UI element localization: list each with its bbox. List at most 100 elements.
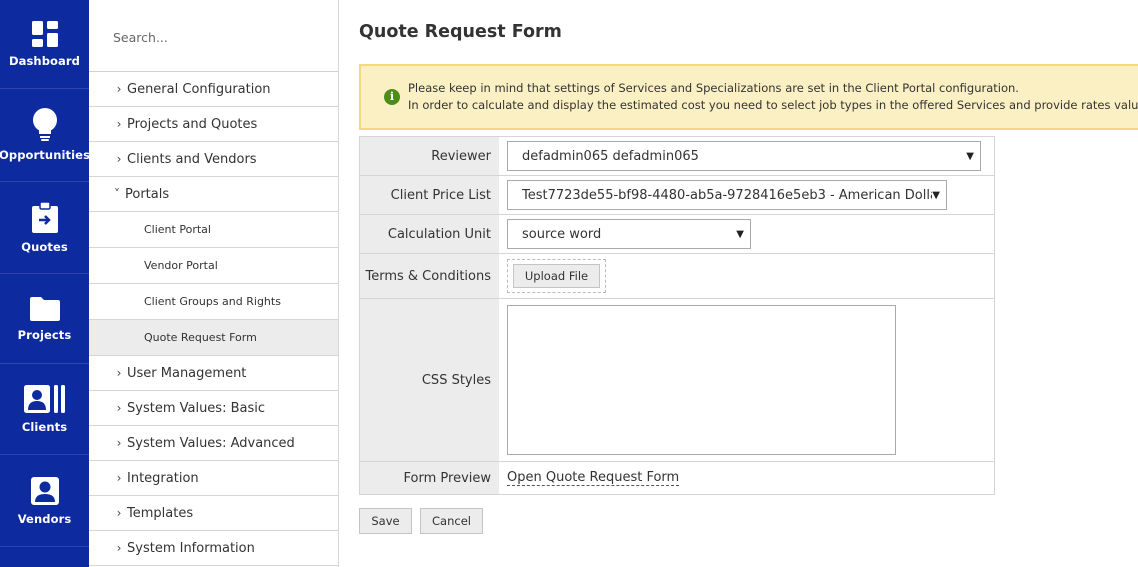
sidebar-item-label: Templates: [127, 505, 194, 521]
nav-vendors-label: Vendors: [17, 511, 72, 526]
info-icon: i: [384, 89, 400, 105]
sidebar-item-label: General Configuration: [127, 81, 271, 97]
nav-dashboard[interactable]: Dashboard: [0, 0, 89, 89]
nav-clients[interactable]: Clients: [0, 364, 89, 455]
nav-quotes[interactable]: Quotes: [0, 182, 89, 274]
reviewer-label: Reviewer: [360, 137, 499, 175]
sidebar-item-vendor-portal[interactable]: Vendor Portal: [89, 248, 338, 284]
sidebar-item-label: Client Portal: [144, 223, 211, 236]
chevron-right-icon: ›: [116, 366, 122, 380]
notice-line-1: Please keep in mind that settings of Ser…: [408, 81, 1019, 95]
sidebar-item-label: Portals: [125, 186, 170, 202]
quote-request-settings-form: Reviewer defadmin065 defadmin065 ▼ Clien…: [359, 136, 995, 495]
price-list-row: Client Price List Test7723de55-bf98-4480…: [360, 176, 994, 215]
lightbulb-icon: [32, 108, 57, 141]
clipboard-arrow-icon: [31, 201, 58, 233]
chevron-down-icon: ˅: [114, 187, 120, 201]
sidebar-item-client-groups-and-rights[interactable]: Client Groups and Rights: [89, 284, 338, 320]
open-quote-request-form-link[interactable]: Open Quote Request Form: [507, 470, 680, 486]
sidebar-item-label: Projects and Quotes: [127, 116, 258, 132]
upload-dropzone[interactable]: Upload File: [507, 259, 606, 293]
price-list-select-value: Test7723de55-bf98-4480-ab5a-9728416e5eb3…: [522, 187, 933, 203]
chevron-right-icon: ›: [116, 506, 122, 520]
vendor-icon: [30, 476, 59, 505]
form-preview-cell: Open Quote Request Form: [499, 462, 994, 494]
chevron-down-icon: ▼: [932, 189, 940, 201]
sidebar-item-label: Quote Request Form: [144, 331, 257, 344]
nav-vendors[interactable]: Vendors: [0, 455, 89, 547]
calculation-unit-select-value: source word: [522, 226, 602, 242]
terms-row: Terms & Conditions Upload File: [360, 254, 994, 299]
search-input[interactable]: [113, 26, 313, 48]
sidebar-item-label: Client Groups and Rights: [144, 295, 281, 308]
nav-dashboard-label: Dashboard: [8, 54, 81, 68]
sidebar-item-projects-and-quotes[interactable]: › Projects and Quotes: [89, 107, 338, 142]
client-card-icon: [23, 385, 65, 413]
main-content: Quote Request Form i Please keep in mind…: [339, 0, 1138, 567]
sidebar-item-label: Clients and Vendors: [127, 151, 257, 167]
page-title: Quote Request Form: [359, 22, 562, 42]
main-nav-rail: Dashboard Opportunities Quotes Projects: [0, 0, 91, 567]
sidebar-item-integration[interactable]: › Integration: [89, 461, 338, 496]
css-styles-row: CSS Styles: [360, 299, 994, 462]
chevron-right-icon: ›: [116, 401, 122, 415]
save-button[interactable]: Save: [359, 508, 412, 534]
sidebar-item-templates[interactable]: › Templates: [89, 496, 338, 531]
css-styles-textarea[interactable]: [507, 305, 896, 455]
form-preview-row: Form Preview Open Quote Request Form: [360, 462, 994, 494]
sidebar-item-label: System Values: Advanced: [127, 435, 295, 451]
sidebar-item-system-values-basic[interactable]: › System Values: Basic: [89, 391, 338, 426]
chevron-right-icon: ›: [116, 541, 122, 555]
info-notice: i Please keep in mind that settings of S…: [359, 64, 1138, 130]
calculation-unit-row: Calculation Unit source word ▼: [360, 215, 994, 254]
chevron-right-icon: ›: [116, 436, 122, 450]
sidebar-item-label: System Values: Basic: [127, 400, 266, 416]
chevron-right-icon: ›: [116, 82, 122, 96]
nav-projects[interactable]: Projects: [0, 274, 89, 364]
chevron-down-icon: ▼: [966, 150, 974, 162]
calculation-unit-select[interactable]: source word ▼: [507, 219, 751, 249]
price-list-cell: Test7723de55-bf98-4480-ab5a-9728416e5eb3…: [499, 176, 994, 214]
css-styles-cell: [499, 299, 994, 461]
sidebar-item-label: User Management: [127, 365, 247, 381]
terms-label: Terms & Conditions: [360, 254, 499, 298]
nav-clients-label: Clients: [21, 420, 68, 434]
chevron-right-icon: ›: [116, 117, 122, 131]
css-styles-label: CSS Styles: [360, 299, 499, 461]
sidebar-item-system-values-advanced[interactable]: › System Values: Advanced: [89, 426, 338, 461]
calculation-unit-label: Calculation Unit: [360, 215, 499, 253]
sidebar-item-user-management[interactable]: › User Management: [89, 356, 338, 391]
reviewer-row: Reviewer defadmin065 defadmin065 ▼: [360, 137, 994, 176]
sidebar-item-clients-and-vendors[interactable]: › Clients and Vendors: [89, 142, 338, 177]
sidebar-search: [89, 0, 338, 72]
sidebar-item-label: Vendor Portal: [144, 259, 218, 272]
folder-icon: [29, 296, 60, 321]
nav-opportunities[interactable]: Opportunities: [0, 89, 91, 182]
sidebar-item-portals[interactable]: ˅ Portals: [89, 177, 338, 212]
sidebar-item-system-information[interactable]: › System Information: [89, 531, 338, 566]
sidebar-item-quote-request-form[interactable]: Quote Request Form: [89, 320, 338, 356]
nav-quotes-label: Quotes: [21, 239, 68, 254]
sidebar-item-label: System Information: [127, 540, 255, 556]
terms-cell: Upload File: [499, 254, 994, 298]
sidebar-item-general-configuration[interactable]: › General Configuration: [89, 72, 338, 107]
reviewer-select[interactable]: defadmin065 defadmin065 ▼: [507, 141, 981, 171]
settings-sidebar: › General Configuration › Projects and Q…: [89, 0, 339, 567]
price-list-select[interactable]: Test7723de55-bf98-4480-ab5a-9728416e5eb3…: [507, 180, 947, 210]
price-list-label: Client Price List: [360, 176, 499, 214]
nav-opportunities-label: Opportunities: [0, 148, 91, 162]
dashboard-icon: [31, 21, 58, 47]
sidebar-item-label: Integration: [127, 470, 199, 486]
sidebar-item-client-portal[interactable]: Client Portal: [89, 212, 338, 248]
form-preview-label: Form Preview: [360, 462, 499, 494]
chevron-right-icon: ›: [116, 152, 122, 166]
reviewer-cell: defadmin065 defadmin065 ▼: [499, 137, 994, 175]
reviewer-select-value: defadmin065 defadmin065: [522, 148, 699, 164]
chevron-right-icon: ›: [116, 471, 122, 485]
chevron-down-icon: ▼: [736, 228, 744, 240]
cancel-button[interactable]: Cancel: [420, 508, 483, 534]
upload-file-button[interactable]: Upload File: [513, 264, 600, 288]
calculation-unit-cell: source word ▼: [499, 215, 994, 253]
nav-projects-label: Projects: [17, 327, 72, 342]
notice-line-2: In order to calculate and display the es…: [408, 98, 1138, 112]
